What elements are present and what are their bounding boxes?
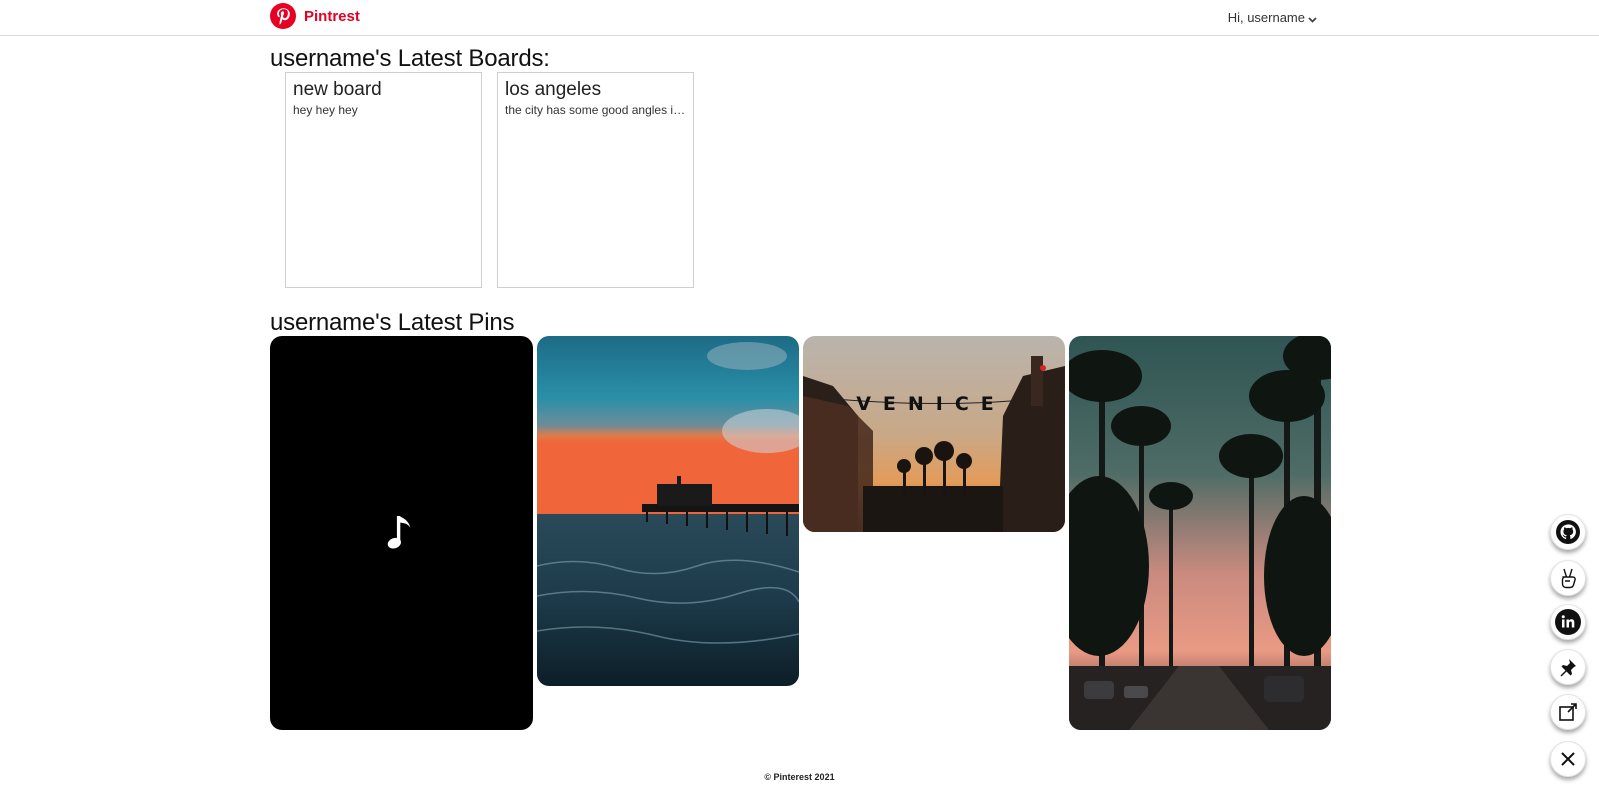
github-link[interactable]	[1550, 514, 1586, 550]
board-name: los angeles	[505, 79, 602, 100]
angellist-link[interactable]	[1550, 560, 1586, 596]
board-description: the city has some good angles if...	[505, 103, 686, 117]
venice-sign-image: VENICE	[803, 336, 1065, 532]
board-card[interactable]: new board hey hey hey	[285, 72, 482, 288]
brand-name: Pintrest	[304, 7, 360, 25]
github-icon	[1556, 520, 1580, 544]
latest-pins-title: username's Latest Pins	[270, 309, 515, 336]
angellist-icon	[1561, 568, 1576, 589]
close-button[interactable]	[1550, 741, 1586, 777]
chevron-down-icon	[1308, 16, 1317, 23]
close-icon	[1561, 752, 1575, 766]
pin-icon	[1560, 659, 1576, 677]
footer-copyright: © Pinterest 2021	[764, 772, 835, 782]
linkedin-icon	[1555, 609, 1581, 635]
board-description: hey hey hey	[293, 103, 358, 117]
home-logo-link[interactable]: Pintrest	[270, 3, 360, 29]
pin-image-venice[interactable]: VENICE	[803, 336, 1065, 532]
pin-image-palms[interactable]	[1069, 336, 1331, 730]
top-nav: Pintrest Hi, username	[0, 0, 1599, 36]
pinterest-logo-icon	[270, 3, 296, 29]
palm-street-image	[1069, 336, 1331, 730]
pin-image-pier[interactable]	[537, 336, 799, 686]
music-note-icon	[387, 516, 410, 549]
linkedin-link[interactable]	[1550, 604, 1586, 640]
external-link[interactable]	[1550, 694, 1586, 730]
pin-audio[interactable]	[270, 336, 533, 730]
user-menu[interactable]: Hi, username	[1228, 10, 1317, 25]
pier-sunset-image	[537, 336, 799, 686]
venice-sign-text: VENICE	[856, 393, 1006, 415]
user-greeting: Hi, username	[1227, 10, 1305, 25]
pin-link[interactable]	[1550, 649, 1586, 685]
board-name: new board	[293, 79, 382, 100]
latest-boards-title: username's Latest Boards:	[270, 45, 550, 72]
external-link-icon	[1559, 703, 1577, 721]
board-card[interactable]: los angeles the city has some good angle…	[497, 72, 694, 288]
